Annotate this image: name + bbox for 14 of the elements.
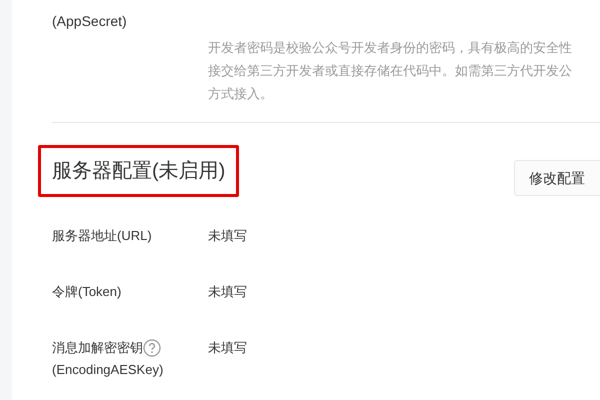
field-label: (AppSecret): [52, 12, 128, 31]
help-icon[interactable]: [143, 339, 161, 357]
section-title: 服务器配置(未启用): [38, 145, 240, 197]
description-text: 开发者密码是校验公众号开发者身份的密码，具有极高的安全性: [208, 39, 572, 57]
field-label: 服务器地址(URL): [52, 227, 152, 245]
field-label: 消息加解密密钥: [52, 339, 143, 357]
field-value: 未填写: [208, 339, 247, 357]
description-text: 方式接入。: [208, 85, 274, 103]
field-label: 令牌(Token): [52, 283, 122, 301]
field-label: (EncodingAESKey): [52, 361, 164, 379]
description-text: 接交给第三方开发者或直接存储在代码中。如需第三方代开发公: [208, 62, 572, 80]
edit-config-button[interactable]: 修改配置: [514, 160, 600, 196]
field-value: 未填写: [208, 227, 247, 245]
field-value: 未填写: [208, 283, 247, 301]
